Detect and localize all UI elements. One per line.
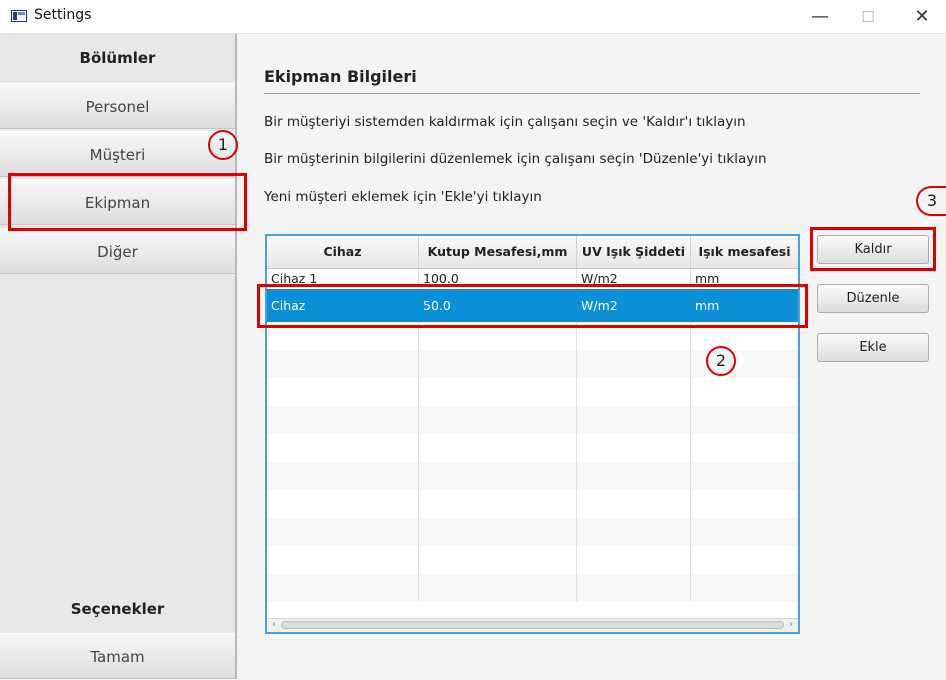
- add-button[interactable]: Ekle: [817, 333, 929, 362]
- column-header-light-distance[interactable]: Işık mesafesi: [691, 236, 798, 268]
- table-cell: Cihaz 1: [267, 269, 419, 289]
- minimize-button[interactable]: —: [800, 0, 840, 34]
- remove-button[interactable]: Kaldır: [817, 235, 929, 264]
- column-header-device[interactable]: Cihaz: [267, 236, 419, 268]
- table-cell: 50.0: [419, 289, 577, 322]
- scroll-left-icon[interactable]: ‹: [267, 618, 281, 632]
- table-cell: W/m2: [577, 289, 691, 322]
- table-cell: mm: [695, 271, 720, 286]
- equipment-table: Cihaz Kutup Mesafesi,mm UV Işık Şiddeti …: [265, 234, 800, 634]
- table-row-selected[interactable]: Cihaz 50.0 W/m2 mm: [267, 289, 798, 322]
- table-cell: 100.0: [419, 269, 577, 289]
- empty-row: [267, 546, 798, 574]
- sidebar-item-musteri[interactable]: Müşteri: [0, 131, 235, 177]
- table-cell: Cihaz: [267, 289, 419, 322]
- sidebar-header: Bölümler: [79, 49, 156, 67]
- table-cell: mm: [695, 298, 720, 313]
- scroll-thumb[interactable]: [281, 621, 784, 629]
- ok-button[interactable]: Tamam: [0, 633, 235, 679]
- horizontal-scrollbar[interactable]: ‹ ›: [267, 618, 798, 632]
- empty-row: [267, 434, 798, 462]
- options-header: Seçenekler: [70, 600, 165, 618]
- sidebar-item-ekipman[interactable]: Ekipman: [0, 179, 235, 225]
- sidebar: Bölümler Personel Müşteri Ekipman Diğer …: [0, 34, 237, 679]
- window-title: Settings: [34, 7, 92, 23]
- column-header-uv-intensity[interactable]: UV Işık Şiddeti: [577, 236, 691, 268]
- table-row[interactable]: Cihaz 1 100.0 W/m2 mm: [267, 269, 798, 289]
- callout-1: 1: [208, 130, 238, 160]
- column-header-pole-distance[interactable]: Kutup Mesafesi,mm: [419, 236, 577, 268]
- instruction-edit: Bir müşterinin bilgilerini düzenlemek iç…: [264, 151, 767, 167]
- maximize-button[interactable]: ☐: [848, 0, 888, 34]
- close-button[interactable]: ✕: [902, 0, 942, 34]
- scroll-right-icon[interactable]: ›: [784, 618, 798, 632]
- empty-row: [267, 406, 798, 434]
- title-bar: Settings — ☐ ✕: [0, 0, 946, 34]
- app-window-icon: [11, 10, 27, 22]
- table-header: Cihaz Kutup Mesafesi,mm UV Işık Şiddeti …: [267, 236, 798, 269]
- page-title: Ekipman Bilgileri: [264, 67, 920, 94]
- sidebar-item-diger[interactable]: Diğer: [0, 228, 235, 274]
- empty-row: [267, 462, 798, 490]
- instruction-add: Yeni müşteri eklemek için 'Ekle'yi tıkla…: [264, 189, 542, 205]
- empty-row: [267, 518, 798, 546]
- instruction-remove: Bir müşteriyi sistemden kaldırmak için ç…: [264, 114, 746, 130]
- callout-3: 3: [916, 186, 946, 216]
- callout-2: 2: [706, 346, 736, 376]
- empty-row: [267, 574, 798, 602]
- empty-row: [267, 490, 798, 518]
- empty-row: [267, 378, 798, 406]
- edit-button[interactable]: Düzenle: [817, 284, 929, 313]
- table-cell: W/m2: [577, 269, 691, 289]
- sidebar-item-personel[interactable]: Personel: [0, 83, 235, 129]
